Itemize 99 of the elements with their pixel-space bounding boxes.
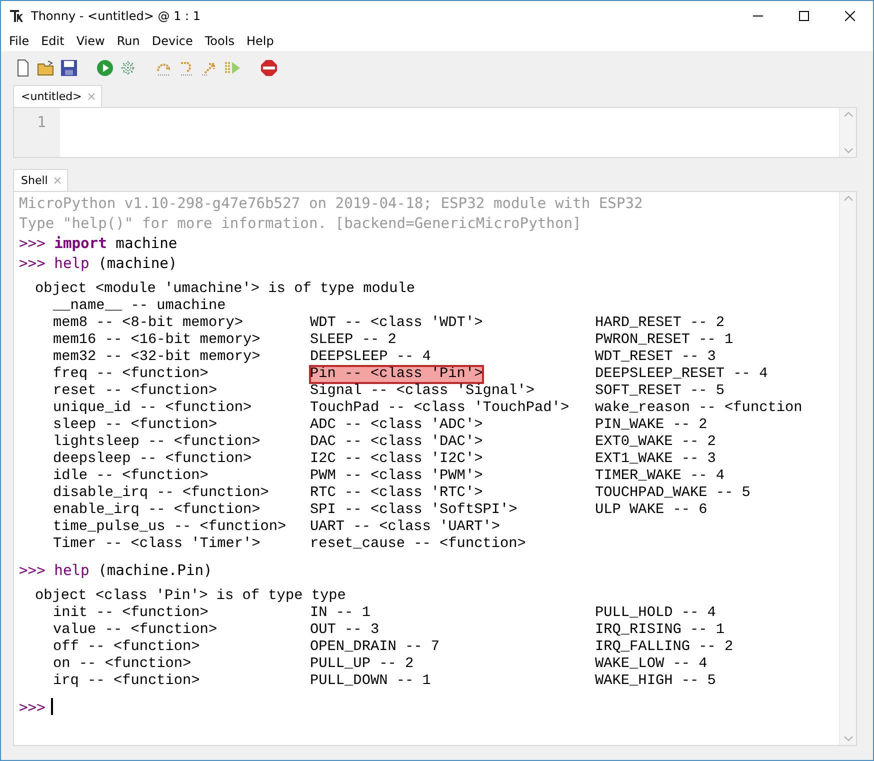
- menu-item[interactable]: Edit: [35, 31, 70, 51]
- output-text: mem8 -- <8-bit memory>: [53, 315, 243, 332]
- prompt: >>>: [19, 699, 46, 716]
- output-text: disable_irq -- <function>: [53, 485, 269, 502]
- output-text: OUT -- 3: [310, 622, 380, 639]
- output-text: SPI -- <class 'SoftSPI'>: [310, 502, 518, 519]
- line-number-gutter: 1: [14, 108, 60, 157]
- menu-item[interactable]: Device: [146, 31, 199, 51]
- output-text: ULP WAKE -- 6: [595, 502, 708, 519]
- output-text: object <module 'umachine'> is of type module: [35, 281, 416, 298]
- output-text: SOFT_RESET -- 5: [595, 383, 725, 400]
- menu-item[interactable]: Help: [240, 31, 280, 51]
- output-text: __name__ -- umachine: [53, 298, 226, 315]
- banner-text: MicroPython v1.10-298-g47e76b527 on 2019-04-18; ESP32 module with ESP32: [19, 194, 644, 214]
- output-text: time_pulse_us -- <function>: [53, 519, 286, 536]
- prompt: >>>: [19, 562, 46, 579]
- output-text: object <class 'Pin'> is of type type: [35, 588, 347, 605]
- scroll-down-icon[interactable]: [844, 736, 852, 742]
- scroll-down-icon[interactable]: [844, 148, 852, 154]
- output-text: deepsleep -- <function>: [53, 451, 252, 468]
- menu-item[interactable]: Tools: [198, 31, 240, 51]
- output-text: UART -- <class 'UART'>: [310, 519, 500, 536]
- banner-text: Type "help()" for more information. [backend=GenericMicroPython]: [19, 214, 582, 234]
- menu-item[interactable]: File: [3, 31, 36, 51]
- output-text: value -- <function>: [53, 622, 218, 639]
- output-text: HARD_RESET -- 2: [595, 315, 725, 332]
- menu-item[interactable]: Run: [110, 31, 146, 51]
- scroll-up-icon[interactable]: [844, 195, 852, 201]
- output-text: reset -- <function>: [53, 383, 218, 400]
- output-text: EXT1_WAKE -- 3: [595, 451, 716, 468]
- play-icon: [96, 59, 114, 77]
- output-text: init -- <function>: [53, 605, 208, 622]
- output-text: IRQ_RISING -- 1: [595, 622, 725, 639]
- window-title: Thonny - <untitled> @ 1 : 1: [31, 9, 202, 23]
- output-text: TOUCHPAD_WAKE -- 5: [595, 485, 750, 502]
- folder-button[interactable]: [36, 58, 56, 78]
- output-text: WDT_RESET -- 3: [595, 349, 716, 366]
- output-text: SLEEP -- 2: [310, 332, 396, 349]
- close-icon: [845, 11, 855, 21]
- output-text: enable_irq -- <function>: [53, 502, 260, 519]
- output-text: TouchPad -- <class 'TouchPad'>: [310, 400, 570, 417]
- output-text: Timer -- <class 'Timer'>: [53, 536, 260, 553]
- tab[interactable]: Shell: [13, 169, 68, 191]
- close-tab-icon[interactable]: [54, 177, 61, 184]
- output-text: WDT -- <class 'WDT'>: [310, 315, 483, 332]
- output-text: TIMER_WAKE -- 4: [595, 468, 725, 485]
- prompt: >>>: [19, 255, 46, 272]
- output-text: unique_id -- <function>: [53, 400, 252, 417]
- output-text: reset_cause -- <function>: [310, 536, 526, 553]
- stop-sign-button[interactable]: [259, 58, 279, 78]
- output-text: RTC -- <class 'RTC'>: [310, 485, 483, 502]
- stop-sign-icon: [260, 59, 278, 77]
- output-text: IRQ_FALLING -- 2: [595, 639, 734, 656]
- scroll-up-icon[interactable]: [844, 111, 852, 117]
- output-text: mem32 -- <32-bit memory>: [53, 349, 260, 366]
- output-text: mem16 -- <16-bit memory>: [53, 332, 260, 349]
- tab[interactable]: <untitled>: [13, 85, 102, 107]
- output-text: irq -- <function>: [53, 673, 200, 690]
- output-text: ADC -- <class 'ADC'>: [310, 417, 483, 434]
- text-cursor: [51, 698, 54, 715]
- output-text: lightsleep -- <function>: [53, 434, 260, 451]
- menu-item[interactable]: View: [70, 31, 111, 51]
- resume-icon: [224, 59, 242, 77]
- output-text: PWM -- <class 'PWM'>: [310, 468, 483, 485]
- folder-icon: [37, 59, 55, 77]
- output-text: idle -- <function>: [53, 468, 208, 485]
- command-text: help (machine.Pin): [53, 562, 212, 579]
- output-text: DEEPSLEEP -- 4: [310, 349, 431, 366]
- output-text: sleep -- <function>: [53, 417, 218, 434]
- output-text: wake_reason -- <function: [595, 400, 802, 417]
- command-text: import machine: [53, 235, 178, 252]
- output-text: PIN_WAKE -- 2: [595, 417, 708, 434]
- output-text: off -- <function>: [53, 639, 200, 656]
- prompt: >>>: [19, 235, 46, 252]
- close-tab-icon[interactable]: [88, 93, 95, 100]
- floppy-disk-button[interactable]: [59, 58, 79, 78]
- output-text: EXT0_WAKE -- 2: [595, 434, 716, 451]
- output-text: freq -- <function>: [53, 366, 208, 383]
- highlighted-text: Pin -- <class 'Pin'>: [310, 366, 483, 383]
- output-text: Signal -- <class 'Signal'>: [310, 383, 535, 400]
- output-text: I2C -- <class 'I2C'>: [310, 451, 483, 468]
- output-text: PULL_HOLD -- 4: [595, 605, 716, 622]
- bug-icon: [119, 59, 137, 77]
- output-text: WAKE_HIGH -- 5: [595, 673, 716, 690]
- command-text: help (machine): [53, 255, 178, 272]
- output-text: PULL_UP -- 2: [310, 656, 414, 673]
- maximize-icon: [799, 11, 809, 21]
- output-text: DAC -- <class 'DAC'>: [310, 434, 483, 451]
- output-text: DEEPSLEEP_RESET -- 4: [595, 366, 768, 383]
- output-text: PWRON_RESET -- 1: [595, 332, 734, 349]
- app-logo-icon: [9, 8, 25, 24]
- output-text: on -- <function>: [53, 656, 192, 673]
- scrollbar[interactable]: [839, 108, 856, 157]
- play-button[interactable]: [95, 58, 115, 78]
- output-text: OPEN_DRAIN -- 7: [310, 639, 440, 656]
- output-text: IN -- 1: [310, 605, 370, 622]
- output-text: PULL_DOWN -- 1: [310, 673, 431, 690]
- scrollbar[interactable]: [839, 192, 856, 745]
- output-text: WAKE_LOW -- 4: [595, 656, 708, 673]
